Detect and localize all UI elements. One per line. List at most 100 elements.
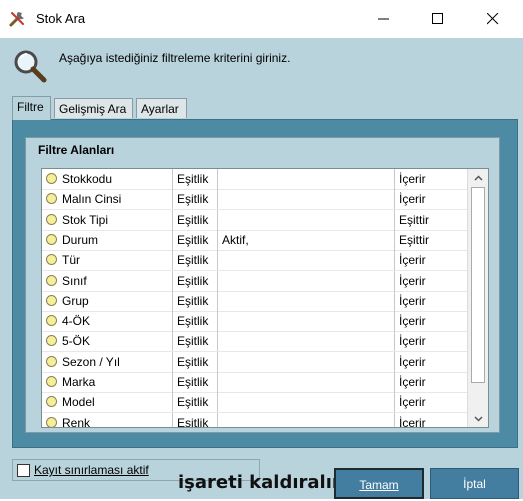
status-dot-icon [46,335,57,347]
annotation-overlay: işareti kaldıralım [178,472,351,493]
match-mode-cell[interactable]: Eşittir [394,229,469,250]
table-row[interactable]: Tür Eşitlik İçerir [42,250,469,272]
table-row[interactable]: Malın Cinsi Eşitlik İçerir [42,189,469,211]
cancel-button[interactable]: İptal [430,468,519,499]
status-dot-icon [46,254,57,266]
match-mode-cell[interactable]: İçerir [394,270,469,291]
match-mode-cell[interactable]: Eşittir [394,209,469,230]
tab-filtre[interactable]: Filtre [12,96,51,120]
footer-bar: Kayıt sınırlaması aktif işareti kaldıral… [0,454,523,499]
value-cell[interactable]: Aktif, [217,229,397,250]
match-mode-cell[interactable]: İçerir [394,169,469,189]
table-row[interactable]: 4-ÖK Eşitlik İçerir [42,311,469,333]
match-mode-cell[interactable]: İçerir [394,392,469,413]
field-name: Durum [62,232,99,247]
value-cell[interactable] [217,392,397,413]
chevron-down-icon [474,415,483,422]
scroll-down-button[interactable] [468,410,488,427]
value-cell[interactable] [217,412,397,427]
match-mode-cell[interactable]: İçerir [394,412,469,427]
operator-cell[interactable]: Eşitlik [172,209,217,230]
operator-cell[interactable]: Eşitlik [172,229,217,250]
match-mode-cell[interactable]: İçerir [394,189,469,210]
operator-cell[interactable]: Eşitlik [172,351,217,372]
maximize-icon [432,13,443,24]
table-row[interactable]: Sezon / Yıl Eşitlik İçerir [42,351,469,373]
status-dot-icon [46,274,57,286]
value-cell[interactable] [217,189,397,210]
operator-cell[interactable]: Eşitlik [172,250,217,271]
status-dot-icon [46,193,57,205]
value-cell[interactable] [217,209,397,230]
match-mode-cell[interactable]: İçerir [394,311,469,332]
status-dot-icon [46,213,57,225]
value-cell[interactable] [217,169,397,189]
value-cell[interactable] [217,270,397,291]
operator-cell[interactable]: Eşitlik [172,372,217,392]
tab-ayarlar[interactable]: Ayarlar [136,98,187,118]
status-dot-icon [46,233,57,245]
table-row[interactable]: Renk Eşitlik İçerir [42,412,469,427]
dialog-body: Aşağıya istediğiniz filtreleme kriterini… [0,38,523,499]
operator-cell[interactable]: Eşitlik [172,270,217,291]
magnifier-icon [12,48,48,84]
field-name: Stokkodu [62,172,113,186]
operator-cell[interactable]: Eşitlik [172,290,217,311]
minimize-icon [378,18,389,20]
maximize-button[interactable] [411,0,465,38]
close-button[interactable] [466,0,520,38]
match-mode-cell[interactable]: İçerir [394,290,469,311]
table-row[interactable]: 5-ÖK Eşitlik İçerir [42,331,469,353]
status-dot-icon [46,173,57,184]
record-limit-label[interactable]: Kayıt sınırlaması aktif [34,463,149,477]
table-row[interactable]: Sınıf Eşitlik İçerir [42,270,469,292]
status-dot-icon [46,355,57,367]
field-name: Tür [62,253,80,268]
operator-cell[interactable]: Eşitlik [172,412,217,427]
value-cell[interactable] [217,372,397,392]
status-dot-icon [46,396,57,408]
operator-cell[interactable]: Eşitlik [172,189,217,210]
table-row[interactable]: Grup Eşitlik İçerir [42,290,469,312]
operator-cell[interactable]: Eşitlik [172,331,217,352]
tab-gelismis-ara[interactable]: Gelişmiş Ara [54,98,133,118]
operator-cell[interactable]: Eşitlik [172,392,217,413]
value-cell[interactable] [217,331,397,352]
filter-grid: Stokkodu Eşitlik İçerir Malın Cinsi Eşitlik İ… [41,168,489,428]
table-row[interactable]: Durum Eşitlik Aktif, Eşittir [42,229,469,251]
match-mode-cell[interactable]: İçerir [394,331,469,352]
status-dot-icon [46,315,57,327]
operator-cell[interactable]: Eşitlik [172,169,217,189]
field-name: Marka [62,375,96,389]
scroll-up-button[interactable] [468,169,488,186]
table-row[interactable]: Marka Eşitlik İçerir [42,372,467,393]
minimize-button[interactable] [357,0,411,38]
field-name: Malın Cinsi [62,192,122,207]
tab-panel: Filtre Alanları Stokkodu Eşitlik İçerir Mal… [12,119,518,448]
table-row[interactable]: Stokkodu Eşitlik İçerir [42,169,467,190]
match-mode-cell[interactable]: İçerir [394,351,469,372]
operator-cell[interactable]: Eşitlik [172,311,217,332]
ok-button-label: Tamam [359,478,399,492]
field-name: Sınıf [62,273,87,288]
table-row[interactable]: Stok Tipi Eşitlik Eşittir [42,209,469,231]
field-name: Sezon / Yıl [62,354,120,369]
ok-button[interactable]: Tamam [334,468,424,499]
close-icon [487,13,499,25]
status-dot-icon [46,294,57,306]
value-cell[interactable] [217,250,397,271]
field-name: 4-ÖK [62,314,91,329]
record-limit-checkbox[interactable] [17,464,30,477]
chevron-up-icon [474,174,483,181]
match-mode-cell[interactable]: İçerir [394,250,469,271]
value-cell[interactable] [217,290,397,311]
vertical-scrollbar[interactable] [467,169,488,427]
value-cell[interactable] [217,351,397,372]
table-row[interactable]: Model Eşitlik İçerir [42,392,469,414]
value-cell[interactable] [217,311,397,332]
match-mode-cell[interactable]: İçerir [394,372,469,392]
field-name: Grup [62,293,89,308]
scroll-thumb[interactable] [471,187,485,383]
status-dot-icon [46,416,57,427]
tools-icon [8,9,28,29]
